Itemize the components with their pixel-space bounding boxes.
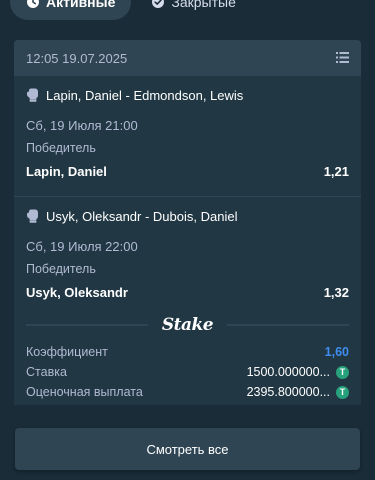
stake-logo: Stake [161, 315, 214, 335]
leg-divider [14, 196, 361, 197]
leg-selection: Lapin, Daniel 1,21 [26, 164, 349, 182]
separator-line [26, 324, 148, 326]
bet-card[interactable]: 12:05 19.07.2025 Lapin, Daniel - Edmonds… [14, 40, 361, 412]
leg-market: Победитель [26, 262, 96, 276]
brand-separator: Stake [26, 315, 349, 335]
summary-stake-label: Ставка [26, 365, 67, 379]
summary-payout-value-group: 2395.800000... T [247, 385, 349, 399]
leg-selection-name: Usyk, Oleksandr [26, 285, 128, 300]
leg-event-name: Usyk, Oleksandr - Dubois, Daniel [46, 208, 238, 224]
summary-odds-row: Коэффициент 1,60 [26, 342, 349, 362]
bet-card-header: 12:05 19.07.2025 [14, 40, 361, 76]
bet-status-tabs: Активные Закрытые [10, 0, 252, 20]
leg-market: Победитель [26, 141, 96, 155]
leg-selection: Usyk, Oleksandr 1,32 [26, 285, 349, 303]
check-circle-icon [151, 0, 165, 9]
tether-icon: T [336, 385, 349, 399]
leg-event: Usyk, Oleksandr - Dubois, Daniel [26, 205, 349, 227]
bet-leg[interactable]: Usyk, Oleksandr - Dubois, Daniel Сб, 19 … [14, 205, 361, 303]
bet-leg[interactable]: Lapin, Daniel - Edmondson, Lewis Сб, 19 … [14, 84, 361, 182]
bet-timestamp: 12:05 19.07.2025 [26, 50, 128, 66]
summary-odds-value: 1,60 [324, 345, 349, 359]
list-icon[interactable] [336, 51, 349, 66]
summary-payout-value: 2395.800000... [246, 385, 330, 399]
bet-summary: Коэффициент 1,60 Ставка 1500.000000... T… [14, 342, 361, 402]
summary-stake-value-group: 1500.000000... T [247, 365, 349, 379]
summary-payout-label: Оценочная выплата [26, 385, 143, 399]
leg-event: Lapin, Daniel - Edmondson, Lewis [26, 84, 349, 106]
tether-icon: T [336, 365, 349, 379]
summary-payout-row: Оценочная выплата 2395.800000... T [26, 382, 349, 402]
leg-odds: 1,21 [323, 164, 349, 179]
tab-active-label: Активные [46, 0, 116, 10]
leg-date: Сб, 19 Июля 21:00 [26, 118, 138, 133]
summary-odds-label: Коэффициент [26, 345, 108, 359]
separator-line [227, 324, 349, 326]
clock-icon [26, 0, 40, 9]
tab-closed-label: Закрытые [171, 0, 236, 10]
leg-odds: 1,32 [323, 285, 349, 300]
see-all-button[interactable]: Смотреть все [15, 428, 360, 470]
summary-stake-value: 1500.000000... [246, 365, 330, 379]
tab-closed[interactable]: Закрытые [135, 0, 251, 20]
leg-date: Сб, 19 Июля 22:00 [26, 239, 138, 254]
tab-active[interactable]: Активные [10, 0, 132, 20]
leg-selection-name: Lapin, Daniel [26, 164, 107, 179]
summary-stake-row: Ставка 1500.000000... T [26, 362, 349, 382]
leg-event-name: Lapin, Daniel - Edmondson, Lewis [46, 87, 244, 103]
boxing-glove-icon [26, 209, 39, 223]
boxing-glove-icon [26, 88, 39, 102]
